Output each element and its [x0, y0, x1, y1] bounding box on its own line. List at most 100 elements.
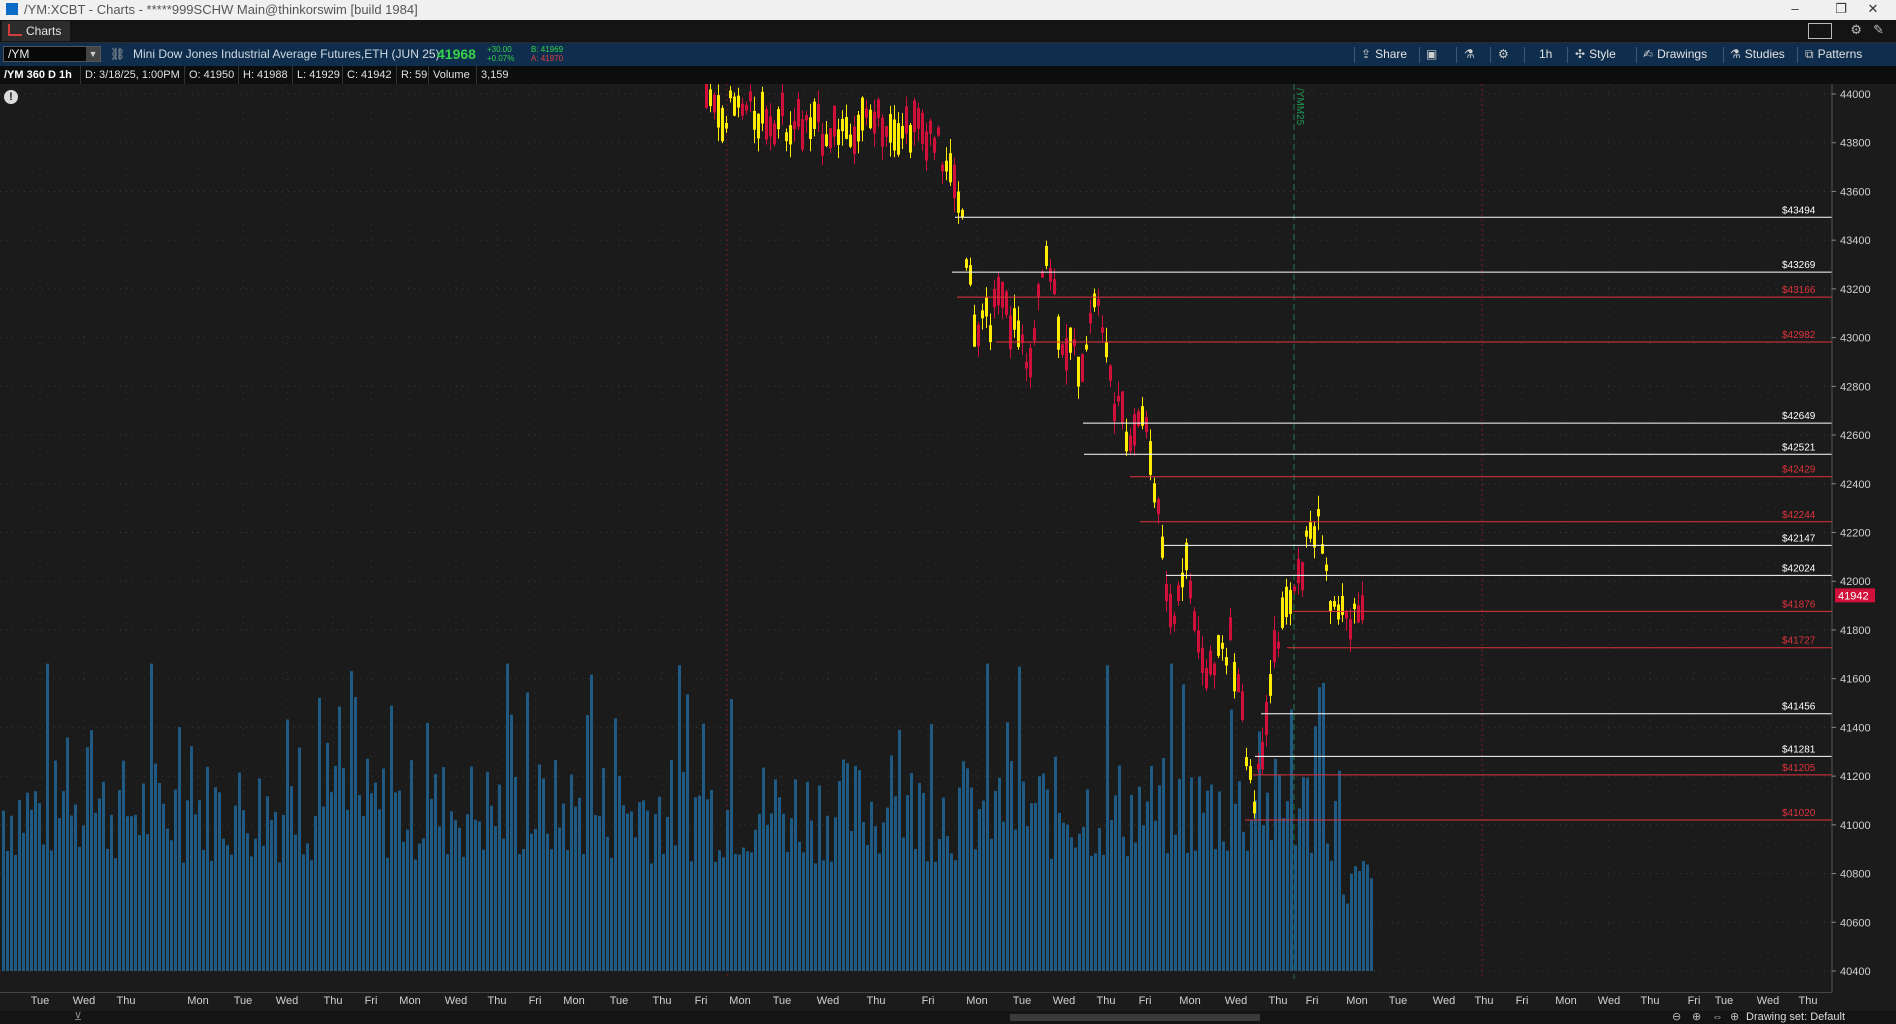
volume-bar: [390, 705, 393, 971]
volume-bar: [30, 809, 33, 971]
settings-wrench-icon[interactable]: ⚙: [1850, 22, 1862, 38]
volume-bar: [1014, 829, 1017, 971]
gear-icon: ⚙: [1498, 47, 1509, 61]
volume-bar: [1090, 855, 1093, 971]
candle-body: [709, 89, 712, 107]
style-button[interactable]: ✣ Style: [1575, 43, 1616, 66]
volume-bar: [1250, 820, 1253, 971]
candle-body: [1333, 601, 1336, 607]
volume-bar: [578, 797, 581, 971]
pan-icon[interactable]: ⇔: [1712, 1011, 1723, 1024]
volume-bar: [1310, 852, 1313, 971]
crosshair-icon[interactable]: ⊕: [1730, 1011, 1739, 1024]
volume-bar: [818, 785, 821, 971]
tab-charts[interactable]: Charts: [2, 21, 70, 41]
volume-bar: [462, 856, 465, 971]
link-icon[interactable]: ⛓: [110, 47, 125, 61]
volume-bar: [410, 760, 413, 971]
candle-body: [1165, 584, 1168, 602]
chart-scrollbar[interactable]: [1010, 1014, 1260, 1021]
candle-body: [1109, 365, 1112, 381]
volume-bar: [894, 796, 897, 971]
studies-button[interactable]: ⚗ Studies: [1730, 43, 1785, 66]
patterns-button[interactable]: ⧉ Patterns: [1805, 43, 1862, 66]
price-tick-label: 40800: [1840, 869, 1871, 881]
volume-bar: [806, 781, 809, 971]
volume-bar: [1006, 722, 1009, 971]
volume-bar: [402, 841, 405, 971]
volume-bar: [1162, 758, 1165, 971]
volume-bar: [202, 849, 205, 971]
close-button[interactable]: ✕: [1850, 0, 1896, 20]
candle-body: [1257, 763, 1260, 770]
share-button[interactable]: ⇪ Share: [1361, 43, 1407, 66]
volume-bar: [10, 815, 13, 971]
candle-body: [1157, 499, 1160, 515]
candle-body: [957, 191, 960, 213]
volume-bar: [714, 861, 717, 971]
volume-bar: [354, 697, 357, 971]
volume-bar: [374, 782, 377, 971]
price-tick-label: 42400: [1840, 479, 1871, 491]
candle-body: [741, 103, 744, 116]
volume-bar: [274, 811, 277, 971]
minimize-button[interactable]: –: [1772, 0, 1818, 20]
info-icon[interactable]: !: [4, 90, 18, 104]
volume-bar: [218, 792, 221, 971]
volume-bar: [14, 854, 17, 971]
volume-bar: [438, 826, 441, 971]
volume-bar: [338, 706, 341, 971]
candle-body: [1005, 291, 1008, 315]
volume-bar: [1002, 821, 1005, 971]
time-tick-label: Fri: [528, 995, 542, 1007]
timeframe-button[interactable]: 1h: [1539, 43, 1552, 66]
chart-canvas[interactable]: /YMM25 $43494 $43269 $43166 $42982 $42649 $425…: [0, 74, 1896, 992]
toolbar-separator: [1456, 47, 1457, 63]
time-tick-label: Thu: [1474, 995, 1494, 1007]
volume-bar: [1106, 665, 1109, 971]
price-tick-label: 42200: [1840, 528, 1871, 540]
time-tick-label: Tue: [772, 995, 792, 1007]
candle-body: [1081, 354, 1084, 382]
zoom-in-icon[interactable]: ⊕: [1692, 1011, 1701, 1024]
zoom-out-icon[interactable]: ⊖: [1672, 1011, 1681, 1024]
snapshot-button[interactable]: ▣: [1426, 43, 1441, 66]
bar-high: H: 41988: [238, 66, 292, 84]
time-tick-label: Wed: [1432, 995, 1456, 1007]
flask-button[interactable]: ⚗: [1464, 43, 1479, 66]
drawings-button[interactable]: ✍ Drawings: [1643, 43, 1707, 66]
scroll-expand-icon[interactable]: ⊻: [74, 1011, 82, 1024]
layout-grid-button[interactable]: [1808, 23, 1832, 39]
bid-ask: B: 41969 A: 41970: [531, 45, 563, 63]
timeframe-label: 1h: [1539, 47, 1553, 61]
volume-bar: [1102, 854, 1105, 971]
volume-bar: [914, 849, 917, 971]
volume-bar: [370, 793, 373, 971]
settings-button[interactable]: ⚙: [1498, 43, 1513, 66]
volume-bar: [522, 848, 525, 971]
candle-body: [801, 119, 804, 150]
volume-bar: [986, 663, 989, 971]
symbol-dropdown-icon[interactable]: ▼: [86, 47, 100, 61]
candle-body: [725, 122, 728, 129]
volume-bar: [422, 838, 425, 971]
volume-bar: [954, 860, 957, 971]
price-tick-label: 41800: [1840, 625, 1871, 637]
volume-bar: [434, 774, 437, 971]
volume-bar: [1326, 843, 1329, 971]
volume-bar: [590, 674, 593, 971]
candle-body: [789, 125, 792, 145]
volume-bar: [1330, 860, 1333, 971]
volume-bar: [1270, 840, 1273, 971]
candle-body: [1309, 522, 1312, 539]
volume-bar: [38, 803, 41, 971]
candle-body: [885, 126, 888, 137]
price-chart[interactable]: /YMM25 $43494 $43269 $43166 $42982 $42649 $425…: [0, 74, 1896, 992]
candle-body: [1305, 530, 1308, 537]
pin-icon[interactable]: ✎: [1873, 22, 1884, 38]
candle-body: [1093, 293, 1096, 308]
volume-bar: [802, 852, 805, 971]
candle-body: [1137, 411, 1140, 426]
volume-bar: [1182, 684, 1185, 971]
candle-body: [1065, 338, 1068, 371]
